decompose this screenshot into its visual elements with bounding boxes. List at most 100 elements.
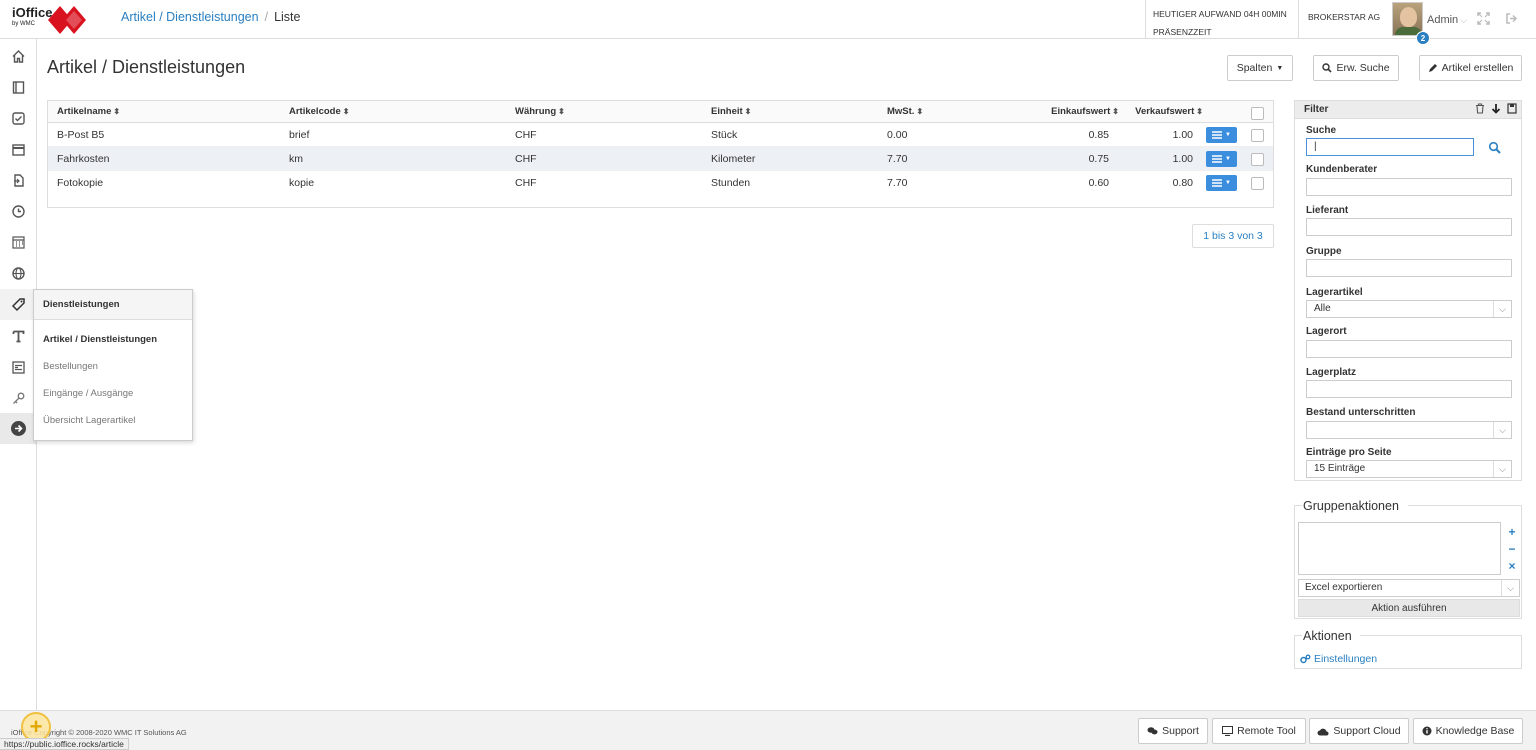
col-header-verkaufswert[interactable]: Verkaufswert ⬍ (1119, 101, 1203, 122)
sidebar-check-square-icon[interactable] (0, 103, 36, 134)
avatar[interactable] (1392, 2, 1423, 36)
breadcrumb-parent-link[interactable]: Artikel / Dienstleistungen (121, 10, 259, 24)
sidebar-home-icon[interactable] (0, 41, 36, 72)
advanced-search-button[interactable]: Erw. Suche (1313, 55, 1399, 81)
cell-einkaufswert: 0.85 (1088, 128, 1109, 141)
list-icon (1212, 131, 1223, 139)
table-row[interactable]: Fahrkosten km CHF Kilometer 7.70 0.75 1.… (48, 147, 1273, 171)
table-row[interactable]: Fotokopie kopie CHF Stunden 7.70 0.60 0.… (48, 171, 1273, 195)
sidebar-globe-icon[interactable] (0, 258, 36, 289)
supplier-label: Lieferant (1306, 205, 1349, 216)
row-actions-button[interactable]: ▼ (1206, 175, 1237, 191)
advanced-search-label: Erw. Suche (1336, 62, 1390, 74)
support-cloud-button[interactable]: Support Cloud (1309, 718, 1409, 744)
cell-einheit: Kilometer (711, 152, 756, 165)
arrow-down-icon[interactable] (1491, 103, 1501, 114)
time-info[interactable]: HEUTIGER AUFWAND 04H 00MIN PRÄSENZZEIT (1145, 0, 1297, 39)
cell-artikelname: Fahrkosten (57, 152, 110, 165)
sort-icon: ⬍ (744, 107, 752, 116)
group-actions-textarea[interactable] (1298, 522, 1501, 575)
flyout-item-stock-overview[interactable]: Übersicht Lagerartikel (43, 415, 135, 426)
row-actions-button[interactable]: ▼ (1206, 151, 1237, 167)
fullscreen-icon[interactable] (1477, 12, 1490, 28)
sidebar-document-icon[interactable] (0, 165, 36, 196)
remote-tool-button[interactable]: Remote Tool (1212, 718, 1306, 744)
select-all-checkbox[interactable] (1251, 107, 1264, 120)
sidebar-arrow-right-circle-icon[interactable] (0, 413, 36, 444)
columns-button[interactable]: Spalten ▼ (1227, 55, 1293, 81)
support-button[interactable]: Support (1138, 718, 1208, 744)
breadcrumb: Artikel / Dienstleistungen / Liste (121, 10, 300, 24)
caret-down-icon: ▼ (1276, 64, 1284, 72)
slot-input[interactable] (1306, 380, 1512, 398)
col-header-einkaufswert[interactable]: Einkaufswert ⬍ (1028, 101, 1119, 122)
sidebar-calendar-icon[interactable] (0, 134, 36, 165)
search-icon[interactable] (1488, 141, 1502, 155)
company-name[interactable]: BROKERSTAR AG (1298, 0, 1390, 39)
table-row[interactable]: B-Post B5 brief CHF Stück 0.00 0.85 1.00… (48, 123, 1273, 147)
row-checkbox[interactable] (1251, 177, 1264, 190)
per-page-select[interactable]: 15 Einträge ⌵ (1306, 460, 1512, 478)
below-stock-select[interactable]: ⌵ (1306, 421, 1512, 439)
cell-waehrung: CHF (515, 128, 537, 141)
logout-icon[interactable] (1505, 12, 1518, 28)
sort-icon: ⬍ (558, 107, 565, 116)
stock-item-label: Lagerartikel (1306, 287, 1363, 298)
col-header-einheit[interactable]: Einheit ⬍ (711, 101, 751, 122)
sidebar-ledger-icon[interactable] (0, 227, 36, 258)
chevron-down-icon: ⌵ (1460, 15, 1468, 25)
row-checkbox[interactable] (1251, 153, 1264, 166)
logo-byline: by WMC (12, 21, 35, 27)
trash-icon[interactable] (1475, 103, 1485, 114)
location-input[interactable] (1306, 340, 1512, 358)
group-action-select[interactable]: Excel exportieren ⌵ (1298, 579, 1520, 597)
knowledge-base-button[interactable]: Knowledge Base (1413, 718, 1523, 744)
group-input[interactable] (1306, 259, 1512, 277)
user-menu[interactable]: Admin ⌵ (1427, 14, 1467, 26)
cell-verkaufswert: 0.80 (1172, 177, 1193, 189)
settings-link[interactable]: Einstellungen (1300, 653, 1377, 665)
search-input[interactable]: | (1306, 138, 1474, 156)
search-icon (1322, 63, 1333, 73)
create-article-button[interactable]: Artikel erstellen (1419, 55, 1522, 81)
row-actions-button[interactable]: ▼ (1206, 127, 1237, 143)
cell-einheit: Stunden (711, 177, 751, 189)
per-page-label: Einträge pro Seite (1306, 447, 1392, 458)
sidebar-text-icon[interactable] (0, 321, 36, 352)
sidebar-book-icon[interactable] (0, 72, 36, 103)
col-header-label: Währung (515, 106, 557, 117)
cell-einkaufswert: 0.75 (1088, 152, 1109, 165)
slot-label: Lagerplatz (1306, 367, 1357, 378)
sidebar-clock-icon[interactable] (0, 196, 36, 227)
notification-badge[interactable]: 2 (1416, 31, 1430, 45)
fieldset-border (1294, 505, 1302, 506)
flyout-item-incoming-outgoing[interactable]: Eingänge / Ausgänge (43, 388, 133, 399)
run-action-button[interactable]: Aktion ausführen (1298, 599, 1520, 617)
stock-item-select[interactable]: Alle ⌵ (1306, 300, 1512, 318)
minus-icon[interactable]: − (1505, 542, 1519, 556)
advisor-label: Kundenberater (1306, 164, 1378, 175)
sort-icon: ⬍ (113, 107, 121, 116)
app-logo[interactable]: iOffice by WMC (8, 3, 88, 37)
cell-verkaufswert: 1.00 (1172, 128, 1193, 141)
sidebar-form-icon[interactable] (0, 352, 36, 383)
save-icon[interactable] (1507, 103, 1517, 114)
col-header-waehrung[interactable]: Währung ⬍ (515, 101, 565, 122)
supplier-input[interactable] (1306, 218, 1512, 236)
advisor-input[interactable] (1306, 178, 1512, 196)
fieldset-border (1360, 635, 1522, 636)
close-icon[interactable]: × (1505, 559, 1519, 573)
sidebar-tag-icon[interactable] (0, 289, 36, 320)
sidebar-key-icon[interactable] (0, 383, 36, 414)
flyout-item-orders[interactable]: Bestellungen (43, 361, 98, 372)
cell-waehrung: CHF (515, 152, 537, 165)
col-header-artikelcode[interactable]: Artikelcode ⬍ (289, 101, 349, 122)
col-header-mwst[interactable]: MwSt. ⬍ (887, 101, 923, 122)
pagination-info[interactable]: 1 bis 3 von 3 (1192, 224, 1274, 248)
plus-icon[interactable]: + (1505, 525, 1519, 539)
actions-title: Aktionen (1303, 629, 1355, 643)
chevron-down-icon: ⌵ (1493, 301, 1511, 317)
col-header-artikelname[interactable]: Artikelname ⬍ (57, 101, 120, 122)
flyout-item-articles[interactable]: Artikel / Dienstleistungen (43, 334, 157, 345)
row-checkbox[interactable] (1251, 129, 1264, 142)
